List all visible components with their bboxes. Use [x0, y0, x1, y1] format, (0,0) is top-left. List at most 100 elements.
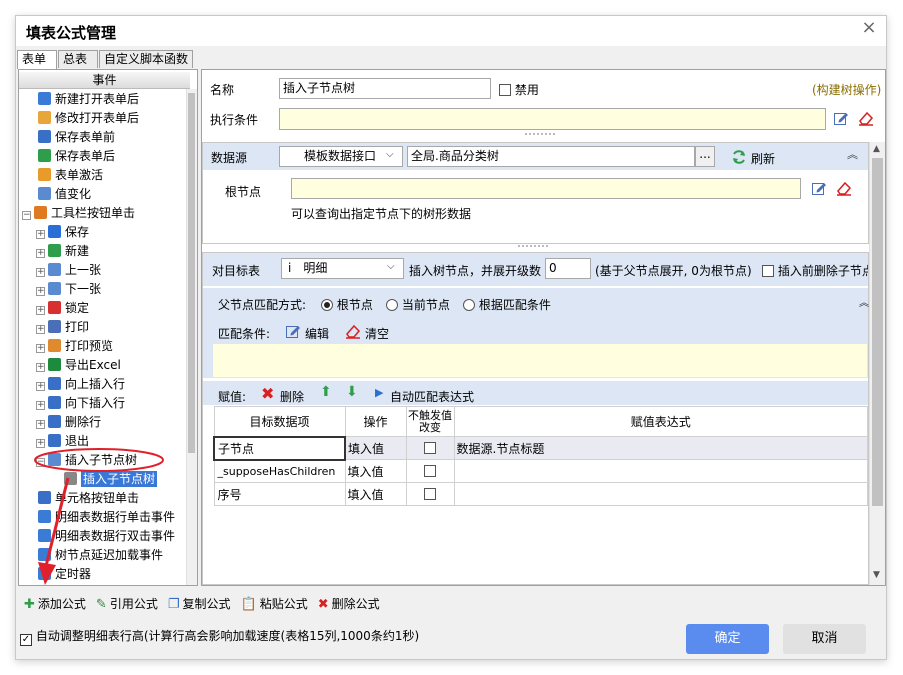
editor-scroll-thumb[interactable] [872, 158, 883, 506]
radio-cond-group[interactable]: 根据匹配条件 [463, 296, 551, 313]
tab-custom-script[interactable]: 自定义脚本函数 [99, 50, 193, 68]
auto-match-label[interactable]: 自动匹配表达式 [390, 388, 474, 405]
eraser-icon[interactable] [857, 110, 875, 126]
splitter-grip[interactable] [518, 245, 548, 248]
tree-item[interactable]: 修改打开表单后 [20, 109, 186, 128]
radio-current-group[interactable]: 当前节点 [386, 296, 450, 313]
toolbar-button-copy-formula[interactable]: ❐ 复制公式 [168, 595, 231, 613]
tree-item[interactable]: + 打印 [20, 318, 186, 337]
tree-item[interactable]: + 删除行 [20, 413, 186, 432]
move-up-icon[interactable]: ⬆ [320, 384, 332, 400]
ok-button[interactable]: 确定 [686, 624, 769, 654]
tree-item[interactable]: 树节点延迟加载事件 [20, 546, 186, 565]
chevron-down-icon[interactable]: ⌵ [386, 149, 394, 160]
radio-root-group[interactable]: 根节点 [321, 296, 373, 313]
exec-cond-input[interactable] [279, 108, 826, 130]
tab-summary[interactable]: 总表 [58, 50, 98, 68]
expand-toggle-icon[interactable]: + [36, 306, 45, 315]
tree-item[interactable]: + 下一张 [20, 280, 186, 299]
expand-toggle-icon[interactable]: + [36, 363, 45, 372]
expand-toggle-icon[interactable]: + [36, 249, 45, 258]
tree-item[interactable]: + 上一张 [20, 261, 186, 280]
tree-item[interactable]: 新建打开表单后 [20, 90, 186, 109]
tree-item[interactable]: 明细表数据行双击事件 [20, 527, 186, 546]
expand-toggle-icon[interactable]: + [36, 382, 45, 391]
radio-current[interactable] [386, 299, 398, 311]
table-row[interactable]: 序号 填入值 [213, 482, 868, 506]
expand-toggle-icon[interactable]: + [36, 268, 45, 277]
datasource-value-input[interactable]: 全局.商品分类树 [407, 146, 695, 167]
tree-item[interactable]: 表单激活 [20, 166, 186, 185]
tree-scroll-thumb[interactable] [188, 93, 195, 453]
cell-noevent[interactable] [405, 436, 455, 460]
tree-item[interactable]: 定时器 [20, 565, 186, 584]
tree-item[interactable]: + 导出Excel [20, 356, 186, 375]
match-cond-area[interactable] [213, 344, 867, 377]
toolbar-button-delete-formula[interactable]: ✖ 删除公式 [318, 595, 380, 613]
delete-before-group[interactable]: 插入前删除子节点 [762, 262, 868, 279]
cell-op[interactable]: 填入值 [344, 482, 407, 506]
edit-icon[interactable] [285, 323, 301, 339]
expand-toggle-icon[interactable]: − [22, 211, 31, 220]
disable-checkbox-group[interactable]: 禁用 [499, 81, 539, 98]
cell-noevent[interactable] [405, 459, 455, 483]
tree-item[interactable]: + 打印预览 [20, 337, 186, 356]
cell-expr[interactable]: 数据源.节点标题 [453, 436, 868, 460]
cell-expr[interactable] [453, 459, 868, 483]
target-select[interactable]: i 明细 [281, 258, 404, 279]
radio-root[interactable] [321, 299, 333, 311]
build-tree-link[interactable]: (构建树操作) [812, 81, 881, 98]
cell-op[interactable]: 填入值 [344, 459, 407, 483]
cell-noevent[interactable] [405, 482, 455, 506]
scroll-up-icon[interactable]: ▲ [873, 144, 880, 154]
refresh-icon[interactable] [731, 149, 747, 165]
delete-before-checkbox[interactable] [762, 265, 774, 277]
tree-item[interactable]: + 向下插入行 [20, 394, 186, 413]
browse-button[interactable]: ... [695, 146, 715, 167]
expand-toggle-icon[interactable]: + [36, 287, 45, 296]
edit-label[interactable]: 编辑 [305, 325, 329, 342]
noevent-checkbox[interactable] [424, 488, 436, 500]
tree-item[interactable]: + 锁定 [20, 299, 186, 318]
toolbar-button-reference-formula[interactable]: ✎ 引用公式 [96, 595, 158, 613]
refresh-label[interactable]: 刷新 [751, 150, 775, 167]
tree-scrollbar[interactable] [186, 89, 197, 585]
editor-scrollbar[interactable]: ▲ ▼ [869, 142, 885, 585]
cancel-button[interactable]: 取消 [783, 624, 866, 654]
eraser-icon[interactable] [835, 180, 853, 196]
auto-adjust-group[interactable]: ✓ 自动调整明细表行高(计算行高会影响加载速度(表格15列,1000条约1秒) [20, 627, 419, 646]
noevent-checkbox[interactable] [424, 465, 436, 477]
cell-expr[interactable] [453, 482, 868, 506]
table-row[interactable]: _supposeHasChildren 填入值 [213, 459, 868, 483]
disable-checkbox[interactable] [499, 84, 511, 96]
cell-target[interactable]: 序号 [213, 482, 346, 506]
tree-item[interactable]: + 向上插入行 [20, 375, 186, 394]
tree-item[interactable]: 插入子节点树 [20, 470, 186, 489]
radio-cond[interactable] [463, 299, 475, 311]
tree-item[interactable]: 值变化 [20, 185, 186, 204]
expand-toggle-icon[interactable]: − [36, 458, 45, 467]
rootnode-input[interactable] [291, 178, 801, 199]
expand-toggle-icon[interactable]: + [36, 344, 45, 353]
close-icon[interactable]: × [860, 19, 878, 37]
table-row[interactable]: 子节点 填入值 数据源.节点标题 [213, 435, 868, 461]
assign-delete-label[interactable]: 删除 [280, 388, 304, 405]
toolbar-button-paste-formula[interactable]: 📋 粘贴公式 [241, 595, 308, 613]
expand-toggle-icon[interactable]: + [36, 401, 45, 410]
delete-x-icon[interactable]: ✖ [261, 384, 274, 403]
tree-item[interactable]: 明细表数据行单击事件 [20, 508, 186, 527]
scroll-down-icon[interactable]: ▼ [873, 570, 880, 580]
tree-item[interactable]: 保存表单前 [20, 128, 186, 147]
eraser-icon[interactable] [344, 323, 362, 339]
cell-target[interactable]: _supposeHasChildren [213, 459, 346, 483]
tree-item[interactable]: 单元格按钮单击 [20, 489, 186, 508]
toolbar-button-add-formula[interactable]: ✚ 添加公式 [24, 595, 86, 613]
tree-item[interactable]: + 退出 [20, 432, 186, 451]
edit-icon[interactable] [811, 180, 827, 196]
expand-level-input[interactable]: 0 [545, 258, 591, 279]
cell-target[interactable]: 子节点 [213, 435, 346, 461]
noevent-checkbox[interactable] [424, 442, 436, 454]
name-input[interactable]: 插入子节点树 [279, 78, 491, 99]
tree-item[interactable]: + 保存 [20, 223, 186, 242]
expand-toggle-icon[interactable]: + [36, 325, 45, 334]
